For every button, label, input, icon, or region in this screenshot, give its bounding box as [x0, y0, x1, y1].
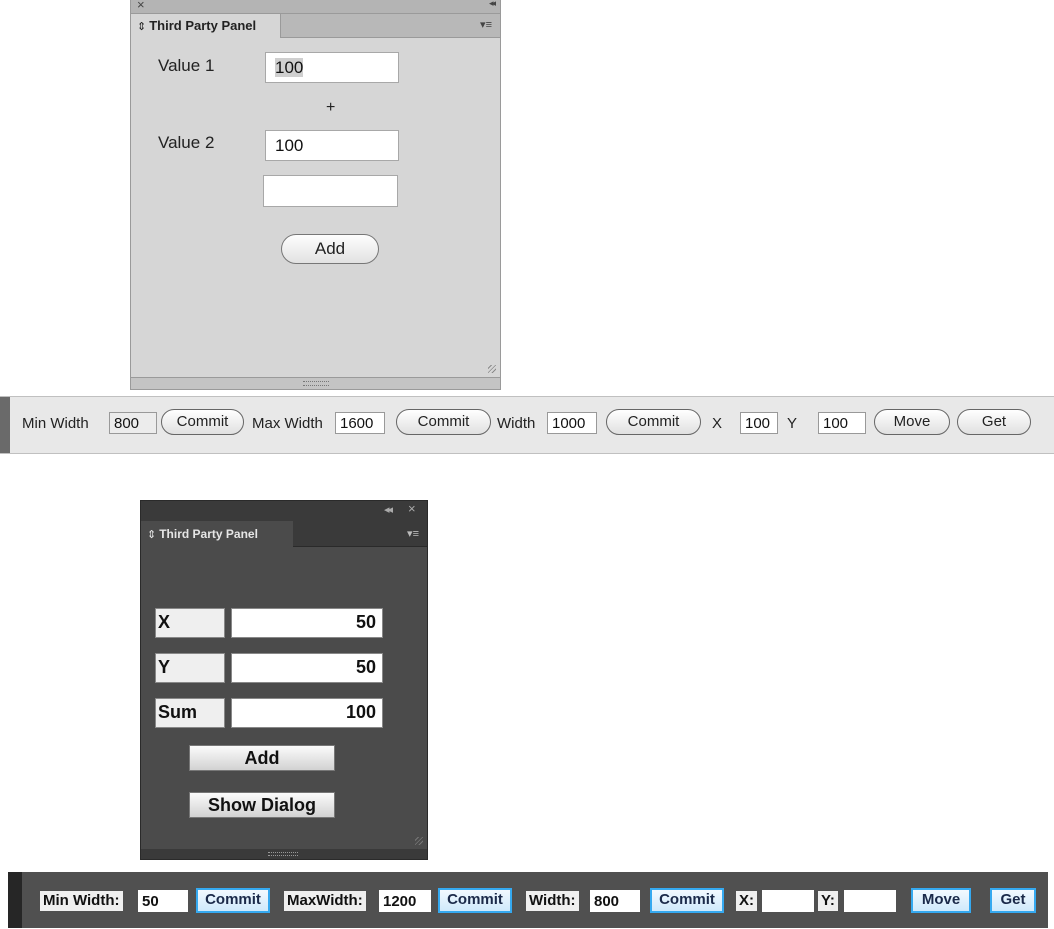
- y-input[interactable]: 100: [818, 412, 866, 434]
- y-label: Y:: [818, 891, 838, 911]
- panel-bottom-bar: [131, 377, 500, 389]
- max-width-input[interactable]: 1200: [379, 890, 431, 912]
- x-label: X: [712, 415, 723, 432]
- commit-width-button[interactable]: Commit: [650, 888, 724, 913]
- commit-min-width-button[interactable]: Commit: [196, 888, 270, 913]
- x-label: X:: [736, 891, 757, 911]
- close-icon[interactable]: ×: [137, 0, 145, 12]
- y-value-field[interactable]: 50: [231, 653, 383, 683]
- x-label: X: [155, 608, 225, 638]
- commit-max-width-button[interactable]: Commit: [396, 409, 491, 435]
- y-label: Y: [787, 415, 798, 432]
- sum-value-field[interactable]: 100: [231, 698, 383, 728]
- show-dialog-button[interactable]: Show Dialog: [189, 792, 335, 818]
- max-width-label: Max Width: [252, 415, 323, 432]
- drag-handle-icon[interactable]: [268, 852, 298, 856]
- panel-bottom-bar: [141, 849, 427, 859]
- tab-title: Third Party Panel: [149, 18, 257, 33]
- panel-tab-row: ⇕ Third Party Panel ▾≡: [131, 14, 500, 38]
- min-width-input[interactable]: 50: [138, 890, 188, 912]
- x-input[interactable]: [762, 890, 814, 912]
- width-input[interactable]: 1000: [547, 412, 597, 434]
- resize-grip-icon[interactable]: [488, 365, 496, 373]
- close-icon[interactable]: ×: [408, 501, 416, 516]
- y-input[interactable]: [844, 890, 896, 912]
- commit-min-width-button[interactable]: Commit: [161, 409, 244, 435]
- panel-titlebar: × ◂◂: [131, 0, 500, 14]
- add-button[interactable]: Add: [189, 745, 335, 771]
- third-party-panel-light: × ◂◂ ⇕ Third Party Panel ▾≡ Value 1 100 +…: [130, 0, 501, 390]
- toolbar-edge: [8, 872, 22, 928]
- size-toolbar-dark: Min Width: 50 Commit MaxWidth: 1200 Comm…: [8, 872, 1048, 928]
- tab-sort-arrows-icon: ⇕: [137, 21, 147, 33]
- x-input[interactable]: 100: [740, 412, 778, 434]
- min-width-label: Min Width: [22, 415, 89, 432]
- commit-max-width-button[interactable]: Commit: [438, 888, 512, 913]
- value1-field[interactable]: 100: [265, 52, 399, 83]
- get-button[interactable]: Get: [990, 888, 1036, 913]
- panel-menu-icon[interactable]: ▾≡: [480, 18, 492, 31]
- resize-grip-icon[interactable]: [415, 837, 423, 845]
- collapse-icon[interactable]: ◂◂: [384, 503, 393, 516]
- x-value-field[interactable]: 50: [231, 608, 383, 638]
- third-party-panel-dark: ◂◂ × ⇕ Third Party Panel ▾≡ X 50 Y 50 Sum…: [140, 500, 428, 860]
- value1-label: Value 1: [158, 56, 215, 75]
- tab-third-party-panel[interactable]: ⇕ Third Party Panel: [131, 14, 281, 38]
- y-label: Y: [155, 653, 225, 683]
- drag-handle-icon[interactable]: [303, 381, 329, 386]
- value1-text: 100: [275, 58, 304, 77]
- tab-title: Third Party Panel: [159, 527, 258, 541]
- width-input[interactable]: 800: [590, 890, 640, 912]
- max-width-input[interactable]: 1600: [335, 412, 385, 434]
- panel-menu-icon[interactable]: ▾≡: [407, 527, 419, 540]
- value2-label: Value 2: [158, 133, 215, 152]
- max-width-label: MaxWidth:: [284, 891, 366, 911]
- panel-titlebar: ◂◂ ×: [141, 501, 427, 521]
- move-button[interactable]: Move: [911, 888, 971, 913]
- plus-operator: +: [326, 99, 336, 116]
- width-label: Width: [497, 415, 536, 432]
- panel-tab-row: ⇕ Third Party Panel ▾≡: [141, 521, 427, 547]
- get-button[interactable]: Get: [957, 409, 1031, 435]
- sum-label: Sum: [155, 698, 225, 728]
- tab-third-party-panel[interactable]: ⇕ Third Party Panel: [141, 521, 293, 547]
- add-button[interactable]: Add: [281, 234, 379, 264]
- toolbar-edge: [0, 397, 10, 453]
- result-field[interactable]: [263, 175, 398, 207]
- commit-width-button[interactable]: Commit: [606, 409, 701, 435]
- min-width-label: Min Width:: [40, 891, 123, 911]
- width-label: Width:: [526, 891, 579, 911]
- move-button[interactable]: Move: [874, 409, 950, 435]
- min-width-input[interactable]: 800: [109, 412, 157, 434]
- value2-field[interactable]: 100: [265, 130, 399, 161]
- collapse-icon[interactable]: ◂◂: [489, 0, 496, 9]
- size-toolbar-light: Min Width 800 Commit Max Width 1600 Comm…: [0, 396, 1054, 454]
- tab-sort-arrows-icon: ⇕: [147, 529, 157, 541]
